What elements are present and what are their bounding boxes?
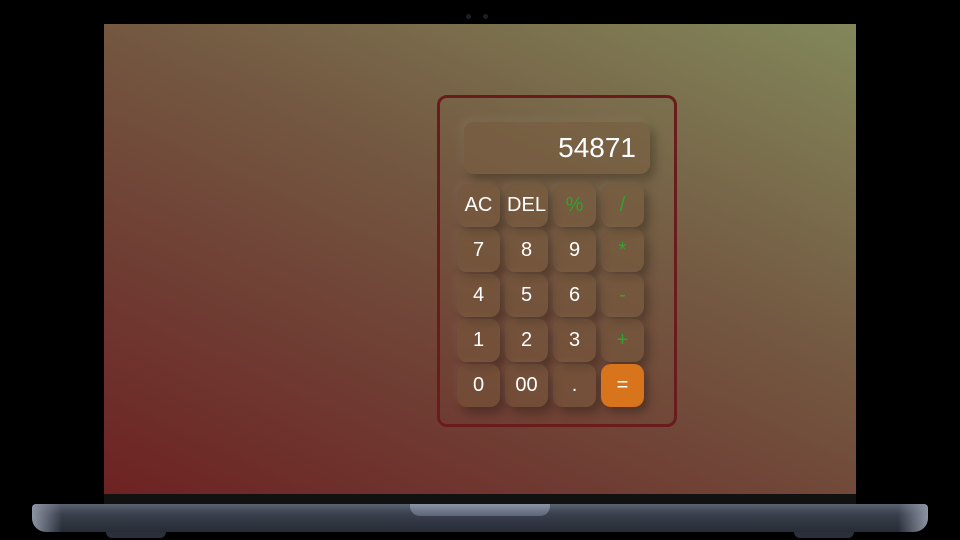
key-2[interactable]: 2 [505, 319, 548, 362]
key-0[interactable]: 0 [457, 364, 500, 407]
key-minus[interactable]: - [601, 274, 644, 317]
camera-icon [466, 14, 471, 19]
key-delete[interactable]: DEL [505, 184, 548, 227]
key-7[interactable]: 7 [457, 229, 500, 272]
sensor-icon [483, 14, 488, 19]
laptop-mockup: 54871 AC DEL % / 7 8 9 * 4 5 6 - 1 2 3 +… [0, 0, 960, 540]
calculator: 54871 AC DEL % / 7 8 9 * 4 5 6 - 1 2 3 +… [437, 95, 677, 427]
key-9[interactable]: 9 [553, 229, 596, 272]
key-decimal[interactable]: . [553, 364, 596, 407]
base-edge-right [898, 504, 928, 532]
key-multiply[interactable]: * [601, 229, 644, 272]
key-equals[interactable]: = [601, 364, 644, 407]
screen-bezel-bottom [104, 494, 856, 504]
key-8[interactable]: 8 [505, 229, 548, 272]
laptop-foot-left [106, 532, 166, 538]
key-00[interactable]: 00 [505, 364, 548, 407]
base-edge-left [32, 504, 62, 532]
laptop-foot-right [794, 532, 854, 538]
trackpad-notch [410, 504, 550, 516]
laptop-base [32, 504, 928, 532]
key-1[interactable]: 1 [457, 319, 500, 362]
key-6[interactable]: 6 [553, 274, 596, 317]
key-5[interactable]: 5 [505, 274, 548, 317]
key-plus[interactable]: + [601, 319, 644, 362]
camera-notch [462, 12, 494, 22]
key-divide[interactable]: / [601, 184, 644, 227]
key-3[interactable]: 3 [553, 319, 596, 362]
key-percent[interactable]: % [553, 184, 596, 227]
key-all-clear[interactable]: AC [457, 184, 500, 227]
key-4[interactable]: 4 [457, 274, 500, 317]
calculator-display: 54871 [464, 122, 650, 174]
laptop-screen: 54871 AC DEL % / 7 8 9 * 4 5 6 - 1 2 3 +… [104, 24, 856, 496]
